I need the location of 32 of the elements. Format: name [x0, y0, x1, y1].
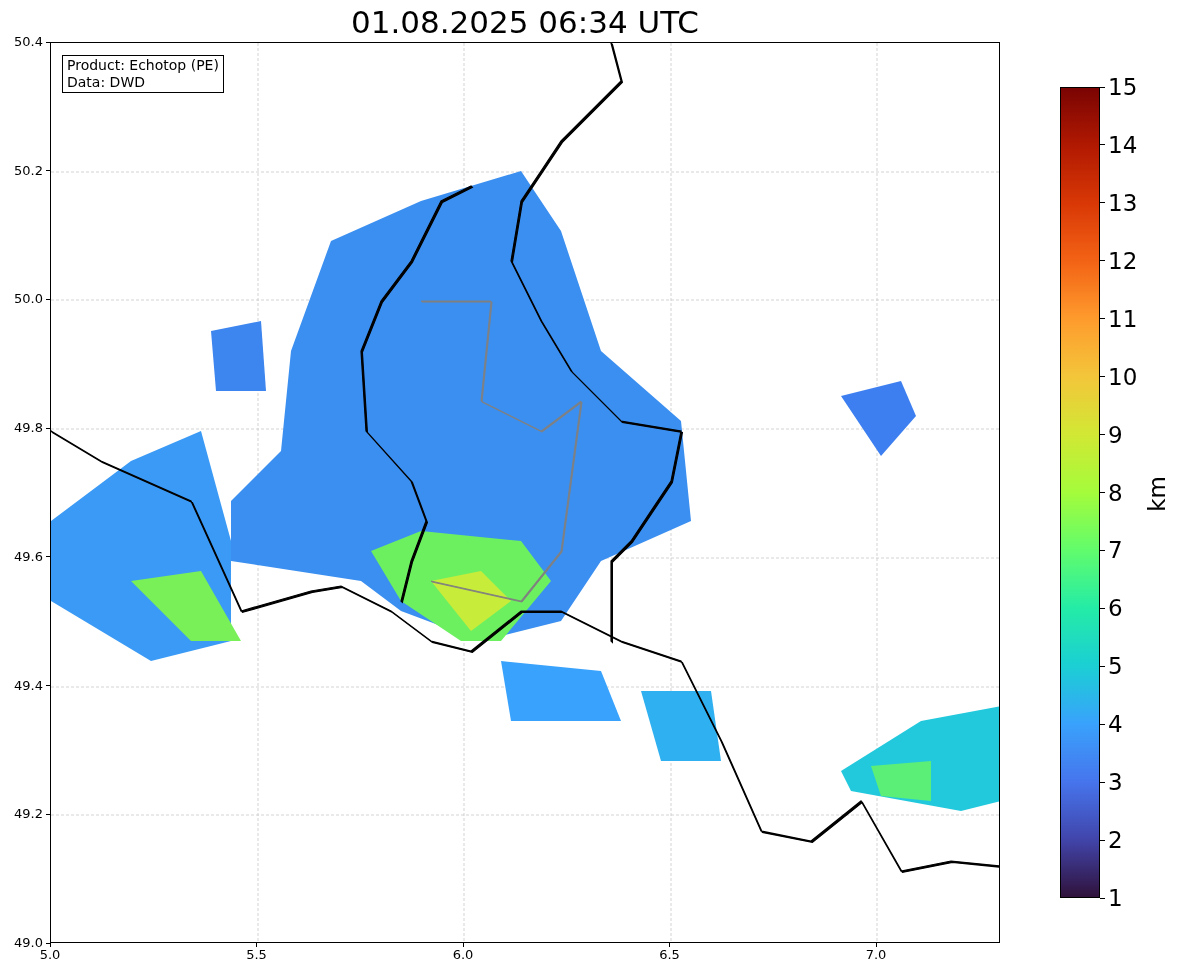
axis-tick-label: 6.5 [659, 947, 680, 963]
colorbar-tick-label: 5 [1108, 653, 1123, 680]
colorbar-label: km [1144, 476, 1170, 512]
axis-tick-label: 49.0 [14, 935, 43, 950]
colorbar-tick-label: 12 [1108, 247, 1138, 274]
axis-tick-label: 49.6 [14, 548, 43, 565]
axis-tick-label: 5.0 [39, 947, 61, 963]
axis-tick-label: 50.0 [14, 291, 43, 308]
colorbar-tick-label: 9 [1108, 421, 1123, 448]
axis-tick-label: 49.4 [14, 677, 43, 694]
colorbar-tick-label: 6 [1108, 595, 1123, 622]
colorbar-tick-label: 7 [1108, 537, 1123, 564]
colorbar-tick-label: 4 [1108, 711, 1123, 738]
colorbar-tick-label: 10 [1108, 363, 1138, 390]
colorbar-tick-label: 15 [1108, 74, 1138, 100]
colorbar-tick-label: 1 [1108, 885, 1123, 911]
axis-tick-label: 5.5 [246, 947, 267, 963]
axis-tick-label: 49.8 [14, 420, 43, 437]
colorbar-tick-label: 14 [1108, 131, 1138, 158]
colorbar-tick-label: 13 [1108, 189, 1138, 216]
colorbar-tick-label: 8 [1108, 479, 1123, 506]
axis-tick-label: 7.0 [865, 947, 887, 963]
legend-text: Product: Echotop (PE) [67, 57, 219, 74]
axis-tick-label: 50.2 [14, 162, 43, 179]
colorbar-tick-label: 11 [1108, 305, 1138, 332]
legend-text: Data: DWD [67, 74, 146, 91]
axis-tick-label: 50.4 [14, 34, 43, 50]
colorbar-tick-label: 2 [1108, 827, 1123, 854]
colorbar-tick-label: 3 [1108, 769, 1123, 796]
axis-tick-label: 6.0 [452, 947, 474, 963]
chart-title: 01.08.2025 06:34 UTC [351, 3, 699, 41]
axis-tick-label: 49.2 [14, 806, 43, 823]
